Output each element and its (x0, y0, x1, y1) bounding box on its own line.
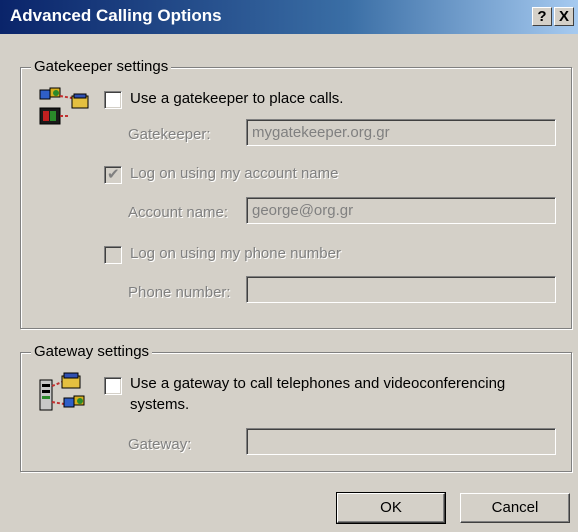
use-gatekeeper-checkbox[interactable] (104, 91, 122, 109)
account-name-label: Account name: (128, 204, 229, 221)
gatekeeper-label: Gatekeeper: (128, 126, 211, 143)
log-on-account-checkbox[interactable]: ✔ (104, 166, 122, 184)
use-gateway-label[interactable]: Use a gateway to call telephones and vid… (130, 375, 505, 392)
phone-gateway-icon (39, 372, 85, 411)
checkmark-icon: ✔ (107, 166, 120, 183)
use-gateway-checkbox[interactable] (104, 377, 122, 395)
use-gatekeeper-label[interactable]: Use a gatekeeper to place calls. (130, 90, 343, 107)
cancel-button[interactable]: Cancel (460, 493, 570, 523)
phone-number-field[interactable] (246, 276, 556, 303)
network-phone-icon (39, 87, 89, 125)
close-button[interactable]: X (554, 7, 574, 26)
help-button[interactable]: ? (532, 7, 552, 26)
ok-button[interactable]: OK (336, 492, 446, 524)
gateway-label: Gateway: (128, 436, 192, 453)
title-bar[interactable]: Advanced Calling Options ? X (0, 0, 578, 34)
phone-number-label: Phone number: (128, 284, 231, 301)
use-gateway-label-line2[interactable]: systems. (130, 396, 189, 413)
gateway-field[interactable] (246, 428, 556, 455)
gatekeeper-settings-legend: Gatekeeper settings (31, 58, 172, 75)
log-on-phone-checkbox[interactable] (104, 246, 122, 264)
dialog-title: Advanced Calling Options (10, 6, 222, 25)
advanced-calling-options-dialog: Advanced Calling Options ? X Gatekeeper … (0, 0, 578, 532)
log-on-phone-label[interactable]: Log on using my phone number (130, 245, 341, 262)
log-on-account-label[interactable]: Log on using my account name (130, 165, 338, 182)
gateway-settings-legend: Gateway settings (31, 343, 153, 360)
account-name-field[interactable]: george@org.gr (246, 197, 556, 224)
gatekeeper-field[interactable]: mygatekeeper.org.gr (246, 119, 556, 146)
